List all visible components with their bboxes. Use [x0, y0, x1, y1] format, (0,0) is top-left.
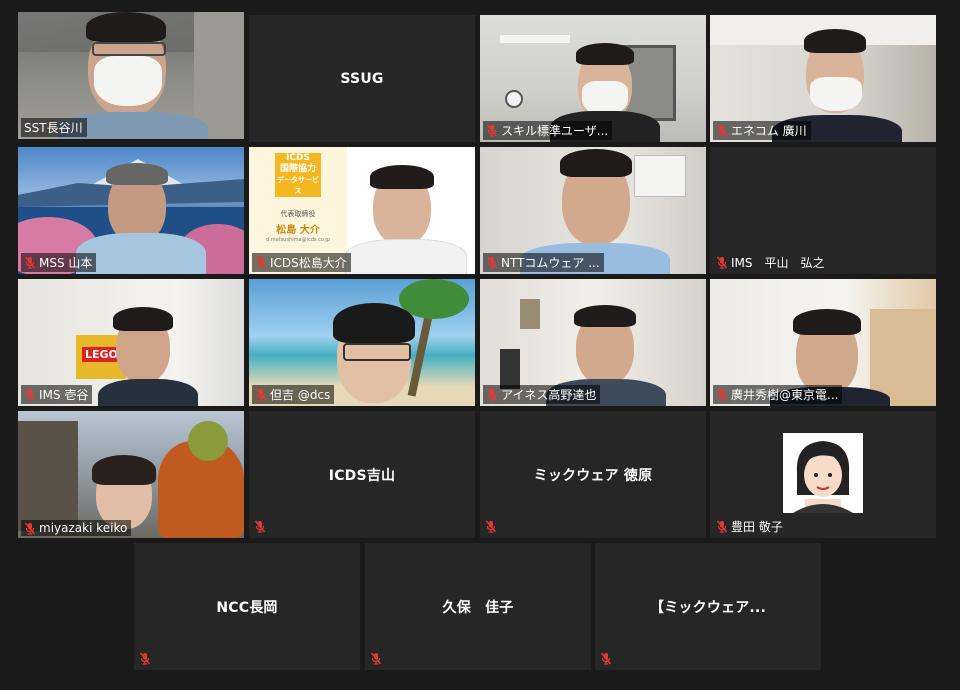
avatar — [783, 433, 863, 513]
name-tag: MSS 山本 — [21, 253, 97, 272]
participant-name: miyazaki keiko — [39, 521, 128, 535]
participant-name-center: 久保 佳子 — [442, 599, 514, 616]
mic-muted-icon — [24, 256, 36, 269]
mic-muted-icon — [716, 388, 728, 401]
participant-name: スキル標準ユーザ... — [501, 124, 609, 138]
mic-muted-icon — [486, 256, 498, 269]
name-tag: 廣井秀樹@東京電... — [713, 385, 843, 404]
participant-name: IMS 壱谷 — [39, 388, 89, 402]
name-tag: アイネス高野達也 — [483, 385, 601, 404]
mic-muted-icon — [485, 520, 497, 533]
avatar-illustration — [793, 441, 853, 513]
participant-name-center: NCC長岡 — [216, 599, 278, 616]
name-tag: miyazaki keiko — [21, 520, 132, 536]
participant-name: アイネス高野達也 — [501, 388, 597, 402]
mic-muted-icon — [255, 256, 267, 269]
name-tag: 豊田 敬子 — [713, 517, 787, 536]
participant-name: IMS 平山 弘之 — [731, 256, 825, 270]
participant-tile-hiroi[interactable]: 廣井秀樹@東京電... — [710, 279, 936, 406]
participant-name: 廣井秀樹@東京電... — [731, 388, 839, 402]
mic-muted-icon — [486, 388, 498, 401]
participant-name: エネコム 廣川 — [731, 124, 807, 138]
participant-name-center: ミックウェア 徳原 — [533, 467, 653, 484]
name-tag: NTTコムウェア ... — [483, 253, 604, 272]
name-tag: ICDS松島大介 — [252, 253, 351, 272]
mic-muted-icon — [255, 388, 267, 401]
participant-name: NTTコムウェア ... — [501, 256, 600, 270]
card-logo: ICDS 国際協力 データサービス — [275, 153, 321, 197]
mic-muted-icon — [139, 652, 151, 665]
participant-tile-ssug[interactable]: SSUG — [249, 15, 475, 142]
mic-muted-icon — [486, 124, 498, 137]
participant-tile-mic-tokuhara[interactable]: ミックウェア 徳原 — [480, 411, 706, 538]
participant-tile-toyoda[interactable]: 豊田 敬子 — [710, 411, 936, 538]
participant-tile-mic-2[interactable]: 【ミックウェア... — [595, 543, 821, 670]
mic-muted-icon — [254, 520, 266, 533]
mic-muted-icon — [716, 520, 728, 533]
name-tag: IMS 平山 弘之 — [713, 253, 829, 272]
name-tag: IMS 壱谷 — [21, 385, 93, 404]
participant-tile-ntt[interactable]: NTTコムウェア ... — [480, 147, 706, 274]
participant-tile-ims-ichitani[interactable]: LEGO IMS 壱谷 — [18, 279, 244, 406]
participant-tile-icds-yoshiyama[interactable]: ICDS吉山 — [249, 411, 475, 538]
name-tag: 但吉 @dcs — [252, 385, 335, 404]
mic-muted-icon — [716, 256, 728, 269]
participant-name-center: SSUG — [340, 70, 384, 87]
participant-tile-icds-matsushima[interactable]: ICDS 国際協力 データサービス 代表取締役 松島 大介 d.matsushi… — [249, 147, 475, 274]
mic-muted-icon — [716, 124, 728, 137]
mic-muted-icon — [370, 652, 382, 665]
name-tag: エネコム 廣川 — [713, 121, 811, 140]
participant-tile-enecom[interactable]: エネコム 廣川 — [710, 15, 936, 142]
participant-tile-kubo[interactable]: 久保 佳子 — [365, 543, 591, 670]
participant-name-center: 【ミックウェア... — [650, 599, 766, 616]
mic-muted-icon — [24, 388, 36, 401]
participant-tile-ims-hirayama[interactable]: IMS 平山 弘之 — [710, 147, 936, 274]
participant-name: 但吉 @dcs — [270, 388, 331, 402]
participant-tile-ncc[interactable]: NCC長岡 — [134, 543, 360, 670]
participant-video — [18, 411, 244, 538]
participant-name: SST長谷川 — [24, 121, 83, 135]
participant-tile-mss[interactable]: MSS 山本 — [18, 147, 244, 274]
participant-name-center: ICDS吉山 — [328, 467, 396, 484]
participant-tile-miyazaki[interactable]: miyazaki keiko — [18, 411, 244, 538]
mic-muted-icon — [600, 652, 612, 665]
participant-tile-tadayoshi[interactable]: 但吉 @dcs — [249, 279, 475, 406]
participant-tile-ainess[interactable]: アイネス高野達也 — [480, 279, 706, 406]
mic-muted-icon — [24, 522, 36, 535]
name-tag: スキル標準ユーザ... — [483, 121, 613, 140]
name-tag: SST長谷川 — [21, 118, 87, 137]
participant-name: 豊田 敬子 — [731, 520, 783, 534]
participant-tile-skill[interactable]: スキル標準ユーザ... — [480, 15, 706, 142]
participant-tile-sst[interactable]: SST長谷川 — [18, 12, 244, 139]
participant-name: MSS 山本 — [39, 256, 93, 270]
participant-name: ICDS松島大介 — [270, 256, 347, 270]
